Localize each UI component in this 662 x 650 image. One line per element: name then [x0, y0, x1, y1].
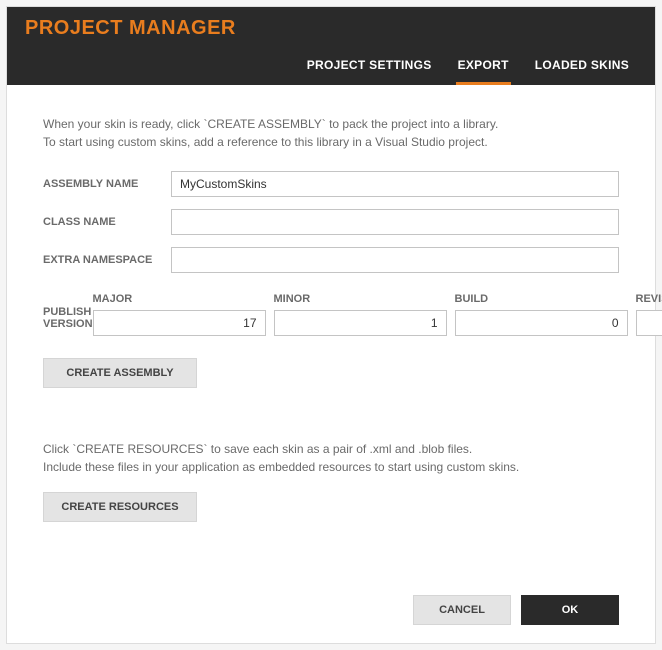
- intro-line-1: When your skin is ready, click `CREATE A…: [43, 115, 619, 133]
- row-extra-namespace: EXTRA NAMESPACE: [43, 247, 619, 273]
- build-field: BUILD: [455, 293, 628, 336]
- publish-version-label: PUBLISH VERSION: [43, 306, 93, 336]
- spacer: [43, 522, 619, 595]
- major-field: MAJOR: [93, 293, 266, 336]
- major-input[interactable]: [93, 310, 266, 336]
- build-input[interactable]: [455, 310, 628, 336]
- assembly-name-input[interactable]: [171, 171, 619, 197]
- revision-field: REVISION: [636, 293, 662, 336]
- tab-project-settings[interactable]: PROJECT SETTINGS: [305, 52, 434, 85]
- extra-namespace-input[interactable]: [171, 247, 619, 273]
- build-label: BUILD: [455, 293, 628, 305]
- tab-export[interactable]: EXPORT: [456, 52, 511, 85]
- minor-label: MINOR: [274, 293, 447, 305]
- tab-loaded-skins[interactable]: LOADED SKINS: [533, 52, 631, 85]
- minor-input[interactable]: [274, 310, 447, 336]
- revision-input[interactable]: [636, 310, 662, 336]
- row-class-name: CLASS NAME: [43, 209, 619, 235]
- create-assembly-button[interactable]: CREATE ASSEMBLY: [43, 358, 197, 388]
- intro-text: When your skin is ready, click `CREATE A…: [43, 115, 619, 151]
- ok-button[interactable]: OK: [521, 595, 619, 625]
- row-publish-version: PUBLISH VERSION MAJOR MINOR BUILD REVISI…: [43, 293, 619, 336]
- footer: CANCEL OK: [43, 595, 619, 625]
- assembly-name-label: ASSEMBLY NAME: [43, 178, 171, 190]
- revision-label: REVISION: [636, 293, 662, 305]
- resources-line-2: Include these files in your application …: [43, 458, 619, 476]
- class-name-label: CLASS NAME: [43, 216, 171, 228]
- extra-namespace-label: EXTRA NAMESPACE: [43, 254, 171, 266]
- page-title: PROJECT MANAGER: [25, 17, 637, 40]
- header: PROJECT MANAGER PROJECT SETTINGS EXPORT …: [7, 7, 655, 85]
- row-assembly-name: ASSEMBLY NAME: [43, 171, 619, 197]
- resources-line-1: Click `CREATE RESOURCES` to save each sk…: [43, 440, 619, 458]
- class-name-input[interactable]: [171, 209, 619, 235]
- content: When your skin is ready, click `CREATE A…: [7, 85, 655, 643]
- intro-line-2: To start using custom skins, add a refer…: [43, 133, 619, 151]
- create-resources-button[interactable]: CREATE RESOURCES: [43, 492, 197, 522]
- project-manager-window: PROJECT MANAGER PROJECT SETTINGS EXPORT …: [6, 6, 656, 644]
- resources-text: Click `CREATE RESOURCES` to save each sk…: [43, 440, 619, 476]
- version-fields: MAJOR MINOR BUILD REVISION: [93, 293, 662, 336]
- tabs: PROJECT SETTINGS EXPORT LOADED SKINS: [25, 52, 637, 85]
- minor-field: MINOR: [274, 293, 447, 336]
- major-label: MAJOR: [93, 293, 266, 305]
- cancel-button[interactable]: CANCEL: [413, 595, 511, 625]
